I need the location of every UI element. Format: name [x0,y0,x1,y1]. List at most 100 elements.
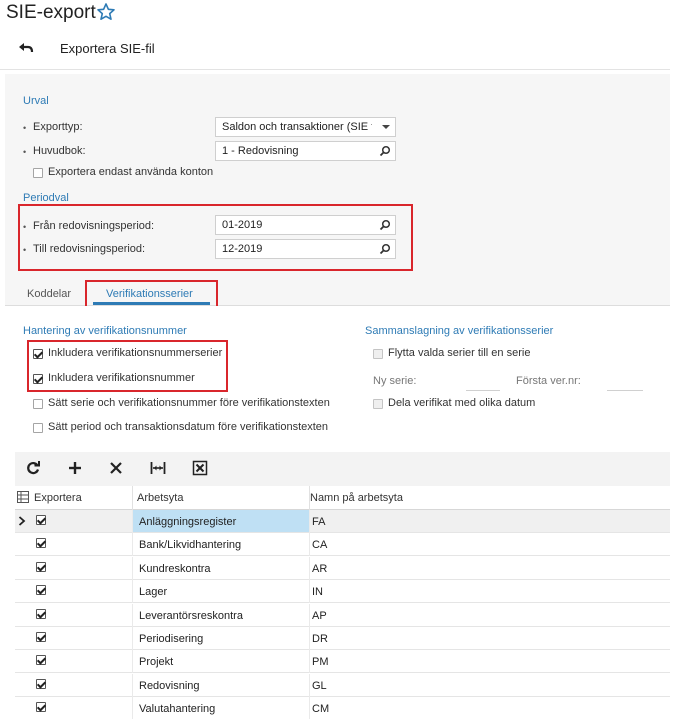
fit-columns-icon[interactable] [150,460,166,476]
split-date-checkbox[interactable] [373,399,383,409]
verification-highlight-box [27,340,228,392]
column-divider [309,650,310,674]
column-divider [132,486,133,510]
arbetsyta-cell[interactable]: Redovisning [139,680,200,692]
grid-toolbar [15,452,670,486]
refresh-icon[interactable] [25,460,41,476]
merge-series-label: Flytta valda serier till en serie [388,347,531,359]
export-row-checkbox[interactable] [36,515,46,525]
chevron-down-icon[interactable] [382,125,390,129]
column-divider [132,580,133,604]
table-row[interactable]: Bank/Likvidhantering CA [15,533,670,557]
table-row[interactable]: Anläggningsregister FA [15,510,670,533]
grid-header: Exportera Arbetsyta Namn på arbetsyta [15,486,670,510]
new-series-input[interactable] [466,390,500,391]
column-header-arbetsyta[interactable]: Arbetsyta [137,492,183,504]
search-icon[interactable] [379,145,391,157]
split-date-label: Dela verifikat med olika datum [388,397,536,409]
huvudbok-input[interactable]: 1 - Redovisning [215,141,396,161]
namn-cell[interactable]: CM [312,703,329,715]
column-divider [309,510,310,533]
exporttyp-select[interactable]: Saldon och transaktioner (SIE typ 4) [215,117,396,137]
tab-koddelar[interactable]: Koddelar [27,288,71,300]
namn-cell[interactable]: GL [312,680,327,692]
plus-icon[interactable] [67,460,83,476]
namn-cell[interactable]: PM [312,656,329,668]
column-divider [132,673,133,697]
arbetsyta-cell[interactable]: Kundreskontra [139,563,211,575]
arbetsyta-cell[interactable]: Periodisering [139,633,203,645]
column-divider [132,627,133,650]
only-used-accounts-label: Exportera endast använda konton [48,166,214,178]
column-divider [309,627,310,650]
table-row[interactable]: Leverantörsreskontra AP [15,603,670,627]
export-sie-action[interactable]: Exportera SIE-fil [60,41,155,56]
export-row-checkbox[interactable] [36,608,46,619]
arbetsyta-cell[interactable]: Projekt [139,656,173,668]
series-before-text-label: Sätt serie och verifikationsnummer före … [48,397,330,409]
table-row[interactable]: Redovisning GL [15,673,670,697]
urval-section-title: Urval [23,95,49,107]
x-icon[interactable] [108,460,124,476]
period-before-text-label: Sätt period och transaktionsdatum före v… [48,421,329,433]
export-row-checkbox[interactable] [36,678,46,689]
arbetsyta-cell[interactable]: Bank/Likvidhantering [139,539,241,551]
arbetsyta-cell[interactable]: Lager [139,586,167,598]
arbetsyta-cell[interactable]: Anläggningsregister [139,516,236,528]
column-divider [309,533,310,557]
namn-cell[interactable]: AR [312,563,327,575]
table-row[interactable]: Projekt PM [15,650,670,674]
namn-cell[interactable]: FA [312,516,325,528]
table-row[interactable]: Valutahantering CM [15,697,670,719]
arbetsyta-cell[interactable]: Leverantörsreskontra [139,610,243,622]
first-number-input[interactable] [607,390,643,391]
sammanslagning-section-title: Sammanslagning av verifikationsserier [365,325,554,337]
workspace-grid: Exportera Arbetsyta Namn på arbetsyta An… [15,486,670,719]
huvudbok-value: 1 - Redovisning [222,145,299,157]
column-divider [309,673,310,697]
column-divider [309,556,310,580]
star-icon[interactable] [96,2,116,22]
export-row-checkbox[interactable] [36,632,46,642]
export-row-checkbox[interactable] [36,702,46,713]
export-row-checkbox[interactable] [36,538,46,549]
column-divider [309,603,310,627]
periodval-section-title: Periodval [23,192,69,204]
huvudbok-label: Huvudbok: [33,145,86,157]
form-panel [5,74,670,306]
page-title: SIE-export [6,2,96,23]
new-series-label: Ny serie: [373,375,417,387]
column-header-exportera[interactable]: Exportera [34,492,82,504]
period-before-text-checkbox[interactable] [33,423,43,433]
excel-icon[interactable] [192,460,208,476]
namn-cell[interactable]: CA [312,539,327,551]
column-divider [309,580,310,604]
namn-cell[interactable]: DR [312,633,328,645]
undo-icon[interactable] [18,41,34,55]
export-row-checkbox[interactable] [36,655,46,666]
hantering-section-title: Hantering av verifikationsnummer [23,325,187,337]
export-row-checkbox[interactable] [36,561,46,572]
table-row[interactable]: Lager IN [15,580,670,604]
column-header-namn[interactable]: Namn på arbetsyta [310,492,403,504]
series-before-text-checkbox[interactable] [33,399,43,409]
action-bar: Exportera SIE-fil [0,30,670,70]
column-divider [132,697,133,719]
title-bar: SIE-export [0,0,683,28]
column-divider [132,510,133,533]
only-used-accounts-checkbox[interactable] [33,168,43,178]
export-row-checkbox[interactable] [36,585,46,596]
namn-cell[interactable]: IN [312,586,323,598]
tab-highlight-box [85,280,218,309]
table-row[interactable]: Periodisering DR [15,627,670,650]
namn-cell[interactable]: AP [312,610,327,622]
table-row[interactable]: Kundreskontra AR [15,556,670,580]
chevron-right-icon [18,516,26,526]
arbetsyta-cell[interactable]: Valutahantering [139,703,215,715]
exporttyp-value: Saldon och transaktioner (SIE typ 4) [222,121,372,133]
column-divider [309,697,310,719]
merge-series-checkbox[interactable] [373,349,383,359]
column-settings-icon[interactable] [17,491,29,503]
required-marker: • [23,147,27,157]
exporttyp-label: Exporttyp: [33,121,83,133]
